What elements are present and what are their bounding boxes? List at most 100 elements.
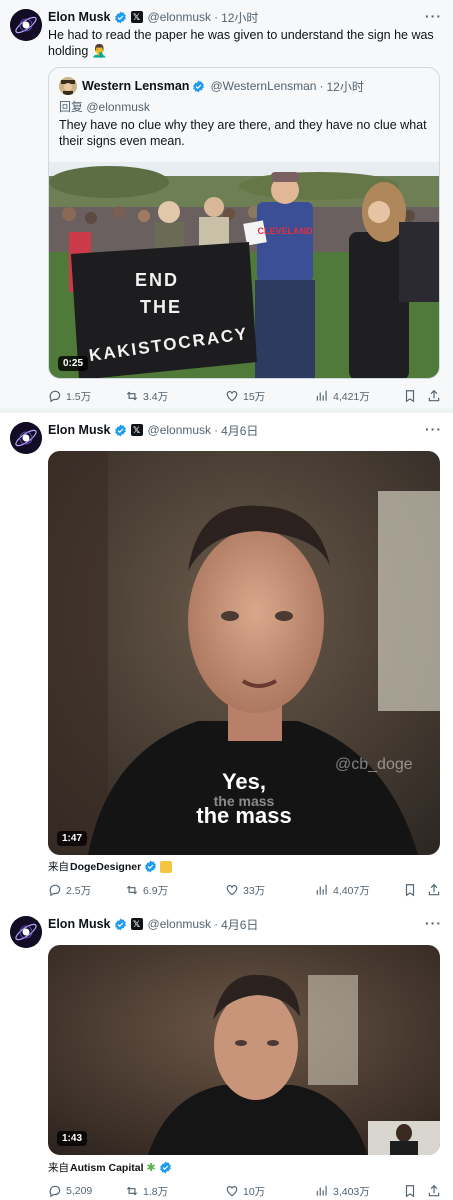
tweet-header: Elon Musk 𝕏 @elonmusk · 12小时 xyxy=(48,7,443,27)
reply-icon xyxy=(49,390,61,403)
share-button[interactable] xyxy=(427,1184,445,1198)
tweet-text: He had to read the paper he was given to… xyxy=(48,28,434,58)
separator-dot: · xyxy=(214,917,219,931)
x-badge-icon: 𝕏 xyxy=(130,11,143,23)
author-name[interactable]: Elon Musk xyxy=(48,423,111,437)
bookmark-icon xyxy=(405,390,415,403)
like-button[interactable]: 10万 xyxy=(225,1184,265,1199)
views-icon xyxy=(316,1185,327,1196)
share-icon xyxy=(428,389,440,402)
avatar-image xyxy=(10,9,42,41)
verified-icon xyxy=(114,918,126,930)
reply-count: 1.5万 xyxy=(66,390,92,403)
author-handle[interactable]: @elonmusk xyxy=(148,10,212,24)
share-button[interactable] xyxy=(427,389,445,403)
repost-button[interactable]: 3.4万 xyxy=(125,389,168,404)
tweet-2[interactable]: Elon Musk 𝕏 @elonmusk · 4月6日 ··· @cb_dog… xyxy=(0,413,453,907)
video-duration: 1:47 xyxy=(57,831,88,846)
avatar[interactable] xyxy=(10,422,42,454)
repost-icon xyxy=(126,391,138,401)
author-handle[interactable]: @elonmusk xyxy=(148,917,212,931)
views-icon xyxy=(316,884,327,895)
avatar-image xyxy=(10,422,42,454)
emoji-badge-icon xyxy=(160,860,173,873)
timestamp[interactable]: 4月6日 xyxy=(221,916,258,933)
video-player[interactable]: @cb_doge Yes, the mass the mass 1:47 xyxy=(48,451,440,855)
verified-icon xyxy=(114,11,126,23)
video-duration: 0:25 xyxy=(58,356,89,371)
repost-icon xyxy=(126,885,138,895)
bookmark-button[interactable] xyxy=(403,389,421,403)
reply-button[interactable]: 2.5万 xyxy=(48,883,91,898)
like-count: 33万 xyxy=(243,884,266,897)
more-icon[interactable]: ··· xyxy=(425,422,441,440)
avatar[interactable] xyxy=(10,9,42,41)
svg-text:END: END xyxy=(135,270,179,290)
avatar[interactable] xyxy=(10,916,42,948)
sign-line-2: THE xyxy=(140,297,182,317)
action-bar: 1.5万 3.4万 15万 4,421万 xyxy=(48,387,441,405)
verified-icon xyxy=(145,860,157,873)
verified-icon xyxy=(159,1161,171,1174)
repost-count: 1.8万 xyxy=(143,1185,169,1198)
video-caption-top: Yes, xyxy=(221,769,267,794)
bookmark-icon xyxy=(405,884,415,897)
repost-count: 6.9万 xyxy=(143,884,169,897)
tweet-header: Elon Musk 𝕏 @elonmusk · 4月6日 xyxy=(48,914,443,934)
bookmark-button[interactable] xyxy=(403,1184,421,1198)
quoted-tweet[interactable]: Western Lensman @WesternLensman · 12小时 回… xyxy=(48,67,440,379)
video-attribution: 来自 DogeDesigner xyxy=(48,859,173,874)
tweet-3[interactable]: Elon Musk 𝕏 @elonmusk · 4月6日 ··· 1:43 来自 xyxy=(0,907,453,1200)
share-icon xyxy=(428,883,440,896)
video-player[interactable]: 1:43 xyxy=(48,945,440,1155)
video-frame xyxy=(48,945,440,1155)
repost-icon xyxy=(126,1186,138,1196)
views-count: 3,403万 xyxy=(333,1185,370,1198)
like-icon xyxy=(226,1186,238,1197)
more-icon[interactable]: ··· xyxy=(425,9,441,27)
svg-text:THE: THE xyxy=(140,297,182,317)
reply-context: 回复 @elonmusk xyxy=(59,98,150,115)
from-name[interactable]: DogeDesigner xyxy=(70,861,141,873)
avatar-image xyxy=(10,916,42,948)
video-attribution: 来自 Autism Capital ✱ xyxy=(48,1160,172,1175)
author-handle[interactable]: @elonmusk xyxy=(148,423,212,437)
from-prefix: 来自 xyxy=(48,1162,69,1174)
repost-count: 3.4万 xyxy=(143,390,169,403)
quote-author-handle[interactable]: @WesternLensman xyxy=(210,79,316,93)
views-button[interactable]: 3,403万 xyxy=(315,1184,370,1199)
quote-text: They have no clue why they are there, an… xyxy=(59,118,427,148)
verified-icon xyxy=(114,424,126,436)
reply-button[interactable]: 5,209 xyxy=(48,1184,92,1198)
verified-icon xyxy=(193,80,205,92)
reply-handle[interactable]: @elonmusk xyxy=(86,100,150,114)
share-button[interactable] xyxy=(427,883,445,897)
quote-author-name[interactable]: Western Lensman xyxy=(82,79,189,93)
video-player[interactable]: CLEVELAND END THE KAKISTOCRACY 0:25 xyxy=(49,162,439,378)
bookmark-icon xyxy=(405,1185,415,1198)
author-name[interactable]: Elon Musk xyxy=(48,917,111,931)
repost-button[interactable]: 1.8万 xyxy=(125,1184,168,1199)
quote-avatar[interactable] xyxy=(59,77,77,95)
action-bar: 2.5万 6.9万 33万 4,407万 xyxy=(48,881,441,899)
reply-prefix: 回复 xyxy=(59,100,84,114)
share-icon xyxy=(428,1184,440,1197)
action-bar: 5,209 1.8万 10万 3,403万 xyxy=(48,1182,441,1200)
bookmark-button[interactable] xyxy=(403,883,421,897)
views-button[interactable]: 4,407万 xyxy=(315,883,370,898)
from-name[interactable]: Autism Capital xyxy=(70,1162,144,1174)
like-icon xyxy=(226,885,238,896)
tweet-header: Elon Musk 𝕏 @elonmusk · 4月6日 xyxy=(48,420,443,440)
shirt-text: CLEVELAND xyxy=(257,226,313,236)
tweet-1[interactable]: Elon Musk 𝕏 @elonmusk · 12小时 ··· He had … xyxy=(0,0,453,408)
more-icon[interactable]: ··· xyxy=(425,916,441,934)
like-button[interactable]: 33万 xyxy=(225,883,265,898)
author-name[interactable]: Elon Musk xyxy=(48,10,111,24)
timestamp[interactable]: 12小时 xyxy=(221,9,258,26)
reply-button[interactable]: 1.5万 xyxy=(48,389,91,404)
timestamp[interactable]: 4月6日 xyxy=(221,422,258,439)
repost-button[interactable]: 6.9万 xyxy=(125,883,168,898)
like-button[interactable]: 15万 xyxy=(225,389,265,404)
views-button[interactable]: 4,421万 xyxy=(315,389,370,404)
quote-timestamp[interactable]: 12小时 xyxy=(326,78,363,95)
